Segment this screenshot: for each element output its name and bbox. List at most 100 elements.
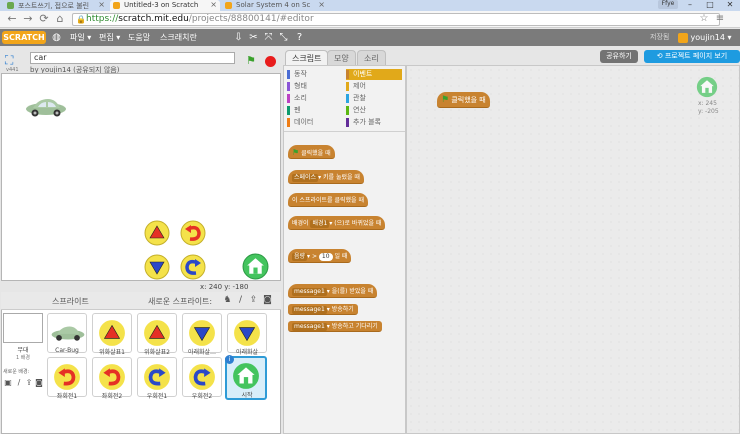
paint-brush-icon[interactable]: / [235,295,246,306]
stage-thumbnail[interactable] [3,313,43,343]
category-motion[interactable]: 동작 [287,69,343,80]
category-sound[interactable]: 소리 [287,93,343,104]
share-button[interactable]: 공유하기 [600,50,638,63]
home-icon [233,363,259,389]
home-icon[interactable]: ⌂ [54,12,66,26]
grow-tool-icon[interactable]: ⤧ [262,31,275,44]
sprite-label: 좌회전2 [101,393,123,400]
sprite-library-icon[interactable]: ♞ [222,295,233,306]
sprite-label: 우회전1 [146,393,168,400]
user-menu[interactable]: youjin14 ▾ [678,31,732,44]
block-when-message-received[interactable]: message1 ▾ 을(를) 받았을 때 [288,284,378,298]
block-when-sensor-greater[interactable]: 음량 ▾ > 10 일 때 [288,249,352,263]
menu-file[interactable]: 파일 ▾ [70,29,91,46]
tab-costumes[interactable]: 모양 [327,50,356,65]
block-when-backdrop-switches[interactable]: 배경이 배경1 ▾ (으)로 바뀌었을 때 [288,216,386,230]
shrink-tool-icon[interactable]: ⤡ [277,31,290,44]
upload-sprite-icon[interactable]: ⇪ [248,295,259,306]
category-control[interactable]: 제어 [346,81,402,92]
category-looks[interactable]: 형태 [287,81,343,92]
stage-coordinates: x: 240 y: -180 [200,283,249,291]
duplicate-tool-icon[interactable]: ⇩ [232,31,245,44]
green-flag-icon[interactable]: ⚑ [246,55,258,67]
scripts-area[interactable] [406,65,740,434]
tab-scripts[interactable]: 스크립트 [285,50,329,65]
sprite-info-icon[interactable]: i [225,355,234,364]
browser-tab-3[interactable]: Solar System 4 on Sc × [222,0,328,11]
fullscreen-icon[interactable]: ⛶ [5,53,19,67]
maximize-icon[interactable]: □ [700,0,720,10]
reload-icon[interactable]: ⟳ [38,12,50,26]
backdrop-camera-icon[interactable]: ◙ [34,378,44,388]
help-tool-icon[interactable]: ? [293,31,306,44]
sprite-label: 위화살표1 [99,349,125,356]
tab-title: 포스트쓰기, 접으로 불린 [18,2,90,10]
category-events[interactable]: 이벤트 [346,69,402,80]
forward-icon[interactable]: → [22,12,34,26]
tab-sounds[interactable]: 소리 [357,50,386,65]
tab-title: Untitled-3 on Scratch [124,1,199,9]
project-name-input[interactable]: car [30,52,235,64]
browser-tab-2[interactable]: Untitled-3 on Scratch × [110,0,220,11]
sprite-label: Car-Bug [55,347,79,354]
backdrop-upload-icon[interactable]: ⇪ [24,378,34,388]
turn-right-icon [144,364,170,390]
window-close-icon[interactable]: ✕ [720,0,740,10]
category-more-blocks[interactable]: 추가 블록 [346,117,402,128]
category-data[interactable]: 데이터 [287,117,343,128]
tab-title: Solar System 4 on Sc [236,1,311,9]
browser-tab-1[interactable]: 포스트쓰기, 접으로 불린 × [4,0,108,11]
menu-icon[interactable]: ≡ [714,12,726,26]
menu-about[interactable]: 스크래치란 [160,29,197,46]
down-arrow-icon [189,320,215,346]
lock-icon: 🔒 [76,15,86,24]
new-sprite-label: 새로운 스프라이트: [148,297,213,306]
project-page-button[interactable]: ⟲ 프로젝트 페이지 보기 [644,50,740,63]
close-icon[interactable]: × [210,0,217,9]
minimize-icon[interactable]: – [680,0,700,10]
menu-edit[interactable]: 편집 ▾ [99,29,120,46]
camera-icon[interactable]: ◙ [262,295,273,306]
turn-left-button-1[interactable] [180,220,206,246]
up-arrow-button-1[interactable] [144,220,170,246]
browser-profile-chip[interactable]: Ffye [658,0,678,9]
car-thumb-icon [51,326,85,341]
block-when-flag-clicked[interactable]: ⚑ 클릭했을 때 [288,145,335,159]
block-broadcast[interactable]: message1 ▾ 방송하기 [288,304,358,315]
category-pen[interactable]: 펜 [287,105,343,116]
backdrop-library-icon[interactable]: ▣ [3,378,13,388]
menu-help[interactable]: 도움말 [128,29,150,46]
car-sprite[interactable] [24,97,68,117]
close-icon[interactable]: × [98,0,105,9]
stop-icon[interactable] [265,56,276,67]
start-home-button[interactable] [242,253,269,280]
url-text[interactable]: https://scratch.mit.edu/projects/8880014… [86,14,314,25]
globe-icon[interactable]: ◍ [50,31,63,44]
down-arrow-button-1[interactable] [144,254,170,280]
stage-thumb-label: 무대 1 배경 [16,347,30,361]
turn-right-icon [189,364,215,390]
sprite-label: 위화살표2 [144,349,170,356]
tab-favicon-icon [7,2,14,9]
block-when-key-pressed[interactable]: 스페이스 ▾ 키를 눌렀을 때 [288,170,364,184]
turn-right-button-1[interactable] [180,254,206,280]
sprite-label: 좌회전1 [56,393,78,400]
script-when-flag-clicked[interactable]: ⚑ 클릭했을 때 [437,92,490,108]
scratch-logo[interactable]: SCRATCH [2,31,46,44]
turn-left-icon [99,364,125,390]
category-sensing[interactable]: 관찰 [346,93,402,104]
delete-tool-icon[interactable]: ✂ [247,31,260,44]
new-backdrop-label: 새로운 배경: [3,369,30,375]
category-operators[interactable]: 연산 [346,105,402,116]
green-flag-icon: ⚑ [292,148,300,157]
backdrop-paint-icon[interactable]: / [14,378,24,388]
sprite-label: 우회전2 [191,393,213,400]
avatar [678,32,688,43]
sprite-label: 시작 [241,392,253,399]
block-broadcast-and-wait[interactable]: message1 ▾ 방송하고 기다리기 [288,321,382,332]
star-icon[interactable]: ☆ [698,12,710,26]
block-when-sprite-clicked[interactable]: 이 스프라이트를 클릭했을 때 [288,193,368,207]
back-icon[interactable]: ← [6,12,18,26]
sprite-position-readout: x: 245 y: -205 [698,100,719,115]
close-icon[interactable]: × [318,0,325,9]
